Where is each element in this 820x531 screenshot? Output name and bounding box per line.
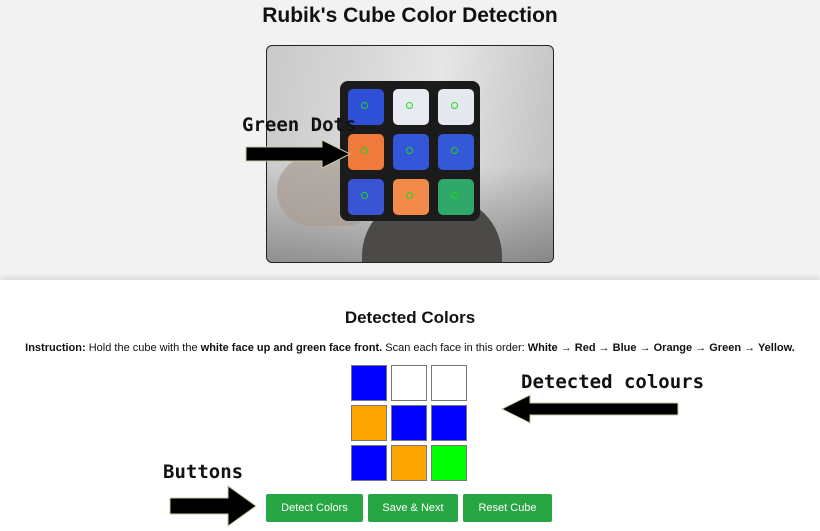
detection-dot (451, 102, 458, 109)
detected-color-cell (431, 365, 467, 401)
buttons-annotation: Buttons (163, 461, 244, 483)
instruction-order: White → Red → Blue → Orange → Green → Ye… (527, 342, 795, 354)
detection-dot (361, 147, 368, 154)
detected-colours-arrow-icon (500, 394, 679, 424)
detected-color-cell (351, 365, 387, 401)
rubiks-cube (340, 81, 480, 221)
detected-color-cell (391, 445, 427, 481)
save-next-button[interactable]: Save & Next (368, 494, 458, 522)
detection-dot (451, 147, 458, 154)
detected-colors-grid (351, 365, 469, 483)
page-title: Rubik's Cube Color Detection (262, 4, 558, 27)
instruction-text: Instruction: Hold the cube with the whit… (0, 342, 820, 354)
instruction-text-2: Scan each face in this order: (385, 342, 525, 354)
detection-dot (451, 192, 458, 199)
detected-color-cell (351, 405, 387, 441)
detection-dot (406, 147, 413, 154)
green-dots-annotation: Green Dots (242, 114, 357, 136)
instruction-text-1: Hold the cube with the (88, 342, 198, 354)
detected-color-cell (351, 445, 387, 481)
detected-colors-panel: Detected Colors Instruction: Hold the cu… (0, 280, 820, 531)
instruction-label: Instruction: (25, 342, 86, 354)
buttons-arrow-icon (169, 485, 257, 527)
detected-colours-annotation: Detected colours (521, 371, 705, 393)
detection-dot (406, 192, 413, 199)
detected-color-cell (431, 405, 467, 441)
detection-dot (361, 192, 368, 199)
detection-dot (406, 102, 413, 109)
green-dots-arrow-icon (245, 139, 352, 169)
detected-color-cell (431, 445, 467, 481)
instruction-bold-1: white face up and green face front. (200, 342, 383, 354)
detected-colors-heading: Detected Colors (344, 308, 476, 327)
detected-color-cell (391, 365, 427, 401)
reset-cube-button[interactable]: Reset Cube (463, 494, 552, 522)
detection-dot (361, 102, 368, 109)
detect-colors-button[interactable]: Detect Colors (266, 494, 363, 522)
detected-color-cell (391, 405, 427, 441)
